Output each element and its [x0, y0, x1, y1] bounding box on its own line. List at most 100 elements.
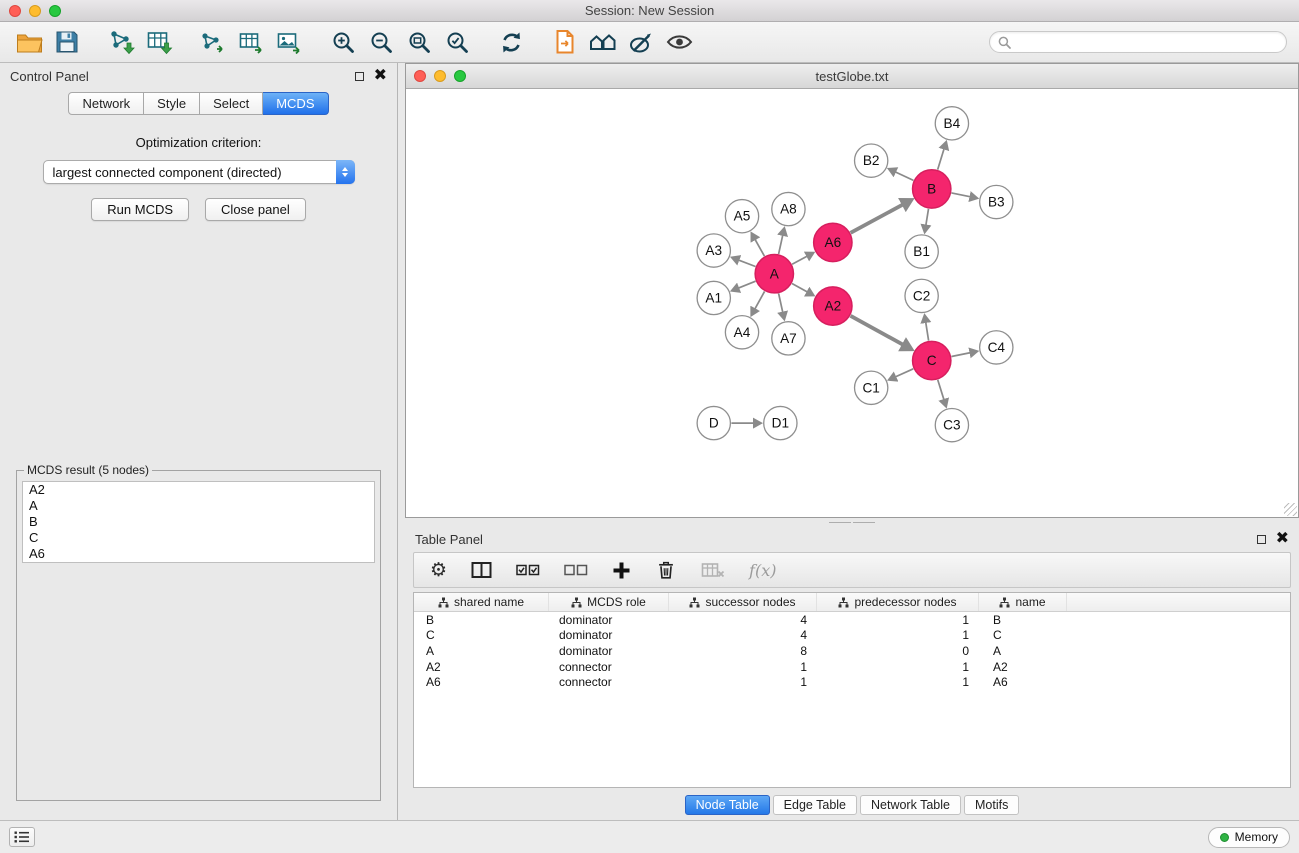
annotation-button[interactable] [622, 26, 660, 58]
column-header-mcds-role[interactable]: MCDS role [549, 593, 669, 611]
graph-edge-C-C1[interactable] [895, 369, 913, 377]
graph-node-C1[interactable]: C1 [855, 371, 888, 404]
graph-node-B[interactable]: B [913, 170, 951, 208]
zoom-fit-button[interactable] [400, 26, 438, 58]
function-builder-button[interactable]: f(x) [749, 561, 776, 580]
graph-node-A8[interactable]: A8 [772, 192, 805, 225]
graph-edge-B-B4[interactable] [938, 148, 945, 169]
mcds-result-list[interactable]: A2ABCA6 [22, 481, 375, 563]
mcds-result-item[interactable]: A6 [23, 546, 374, 562]
graph-edge-A6-B[interactable] [851, 204, 904, 233]
graph-edge-A-A4[interactable] [755, 291, 765, 309]
criterion-dropdown[interactable]: largest connected component (directed) [43, 160, 355, 184]
tab-motifs[interactable]: Motifs [964, 795, 1019, 815]
column-header-shared-name[interactable]: shared name [414, 593, 549, 611]
close-table-panel-button[interactable]: ✖ [1276, 534, 1289, 544]
tab-style[interactable]: Style [144, 92, 200, 115]
graph-node-A[interactable]: A [755, 255, 793, 293]
graph-edge-A-A1[interactable] [738, 281, 755, 288]
graph-node-C3[interactable]: C3 [935, 408, 968, 441]
column-header-successor-nodes[interactable]: successor nodes [669, 593, 817, 611]
graph-edge-A-A6[interactable] [792, 256, 807, 264]
tab-network[interactable]: Network [68, 92, 144, 115]
graph-node-A5[interactable]: A5 [725, 200, 758, 233]
document-export-button[interactable] [546, 26, 584, 58]
graph-edge-A2-C[interactable] [851, 316, 904, 345]
graph-node-B2[interactable]: B2 [855, 144, 888, 177]
network-close-button[interactable] [414, 70, 426, 82]
apply-layout-button[interactable] [492, 26, 530, 58]
graph-node-C4[interactable]: C4 [980, 331, 1013, 364]
table-row[interactable]: Adominator80A [414, 643, 1290, 659]
network-window-titlebar[interactable]: testGlobe.txt [406, 64, 1298, 89]
network-minimize-button[interactable] [434, 70, 446, 82]
task-history-button[interactable] [9, 827, 35, 847]
graph-node-D1[interactable]: D1 [764, 406, 797, 439]
graph-edge-B-B2[interactable] [895, 172, 913, 181]
graph-node-B1[interactable]: B1 [905, 235, 938, 268]
deselect-all-rows-button[interactable] [564, 563, 588, 577]
save-session-button[interactable] [48, 26, 86, 58]
select-all-rows-button[interactable] [516, 563, 540, 577]
vertical-splitter[interactable] [398, 63, 405, 820]
table-row[interactable]: A2connector11A2 [414, 659, 1290, 675]
graph-node-C2[interactable]: C2 [905, 279, 938, 312]
graph-edge-A-A2[interactable] [792, 283, 808, 292]
memory-button[interactable]: Memory [1208, 827, 1290, 848]
tab-edge-table[interactable]: Edge Table [773, 795, 857, 815]
zoom-in-button[interactable] [324, 26, 362, 58]
close-window-button[interactable] [9, 5, 21, 17]
column-header-predecessor-nodes[interactable]: predecessor nodes [817, 593, 979, 611]
graph-edge-B-B1[interactable] [926, 209, 929, 226]
table-row[interactable]: Bdominator41B [414, 612, 1290, 628]
show-details-button[interactable] [660, 26, 698, 58]
delete-column-button[interactable] [655, 559, 677, 581]
export-image-button[interactable] [270, 26, 308, 58]
tab-select[interactable]: Select [200, 92, 263, 115]
table-row[interactable]: A6connector11A6 [414, 674, 1290, 690]
zoom-selected-button[interactable] [438, 26, 476, 58]
graph-node-A7[interactable]: A7 [772, 322, 805, 355]
graph-node-D[interactable]: D [697, 406, 730, 439]
horizontal-splitter[interactable] [405, 518, 1299, 526]
graph-node-A4[interactable]: A4 [725, 316, 758, 349]
graph-edge-B-B3[interactable] [951, 193, 970, 197]
dropdown-stepper[interactable] [336, 160, 355, 184]
mcds-result-item[interactable]: A2 [23, 482, 374, 498]
tab-network-table[interactable]: Network Table [860, 795, 961, 815]
graph-edge-C-C4[interactable] [951, 353, 970, 357]
graph-node-B3[interactable]: B3 [980, 185, 1013, 218]
run-mcds-button[interactable]: Run MCDS [91, 198, 189, 221]
export-network-button[interactable] [194, 26, 232, 58]
graph-edge-A-A5[interactable] [755, 239, 765, 256]
table-options-button[interactable]: ⚙ [430, 561, 447, 580]
graph-edge-A-A3[interactable] [738, 260, 755, 267]
graph-node-A6[interactable]: A6 [814, 223, 852, 261]
delete-table-button[interactable] [701, 561, 725, 579]
zoom-out-button[interactable] [362, 26, 400, 58]
import-table-button[interactable] [140, 26, 178, 58]
network-canvas[interactable]: AA6A2BCA1A3A4A5A7A8B1B2B3B4C1C2C3C4DD1 [406, 89, 1298, 517]
close-panel-button[interactable]: ✖ [374, 71, 387, 81]
mcds-result-item[interactable]: C [23, 530, 374, 546]
column-visibility-button[interactable] [471, 561, 492, 579]
graph-edge-A-A8[interactable] [779, 235, 783, 254]
float-panel-button[interactable] [355, 69, 364, 84]
table-row[interactable]: Cdominator41C [414, 628, 1290, 644]
zoom-window-button[interactable] [49, 5, 61, 17]
graph-edge-C-C3[interactable] [938, 380, 944, 400]
export-table-button[interactable] [232, 26, 270, 58]
network-zoom-button[interactable] [454, 70, 466, 82]
graph-node-A3[interactable]: A3 [697, 234, 730, 267]
mcds-result-item[interactable]: A [23, 498, 374, 514]
add-column-button[interactable] [612, 561, 631, 580]
minimize-window-button[interactable] [29, 5, 41, 17]
open-session-button[interactable] [10, 26, 48, 58]
graph-edge-C-C2[interactable] [926, 322, 929, 341]
float-table-panel-button[interactable] [1257, 532, 1266, 547]
graph-node-C[interactable]: C [913, 341, 951, 379]
tab-node-table[interactable]: Node Table [685, 795, 770, 815]
mcds-result-item[interactable]: B [23, 514, 374, 530]
close-panel-button-2[interactable]: Close panel [205, 198, 306, 221]
first-neighbors-button[interactable] [584, 26, 622, 58]
